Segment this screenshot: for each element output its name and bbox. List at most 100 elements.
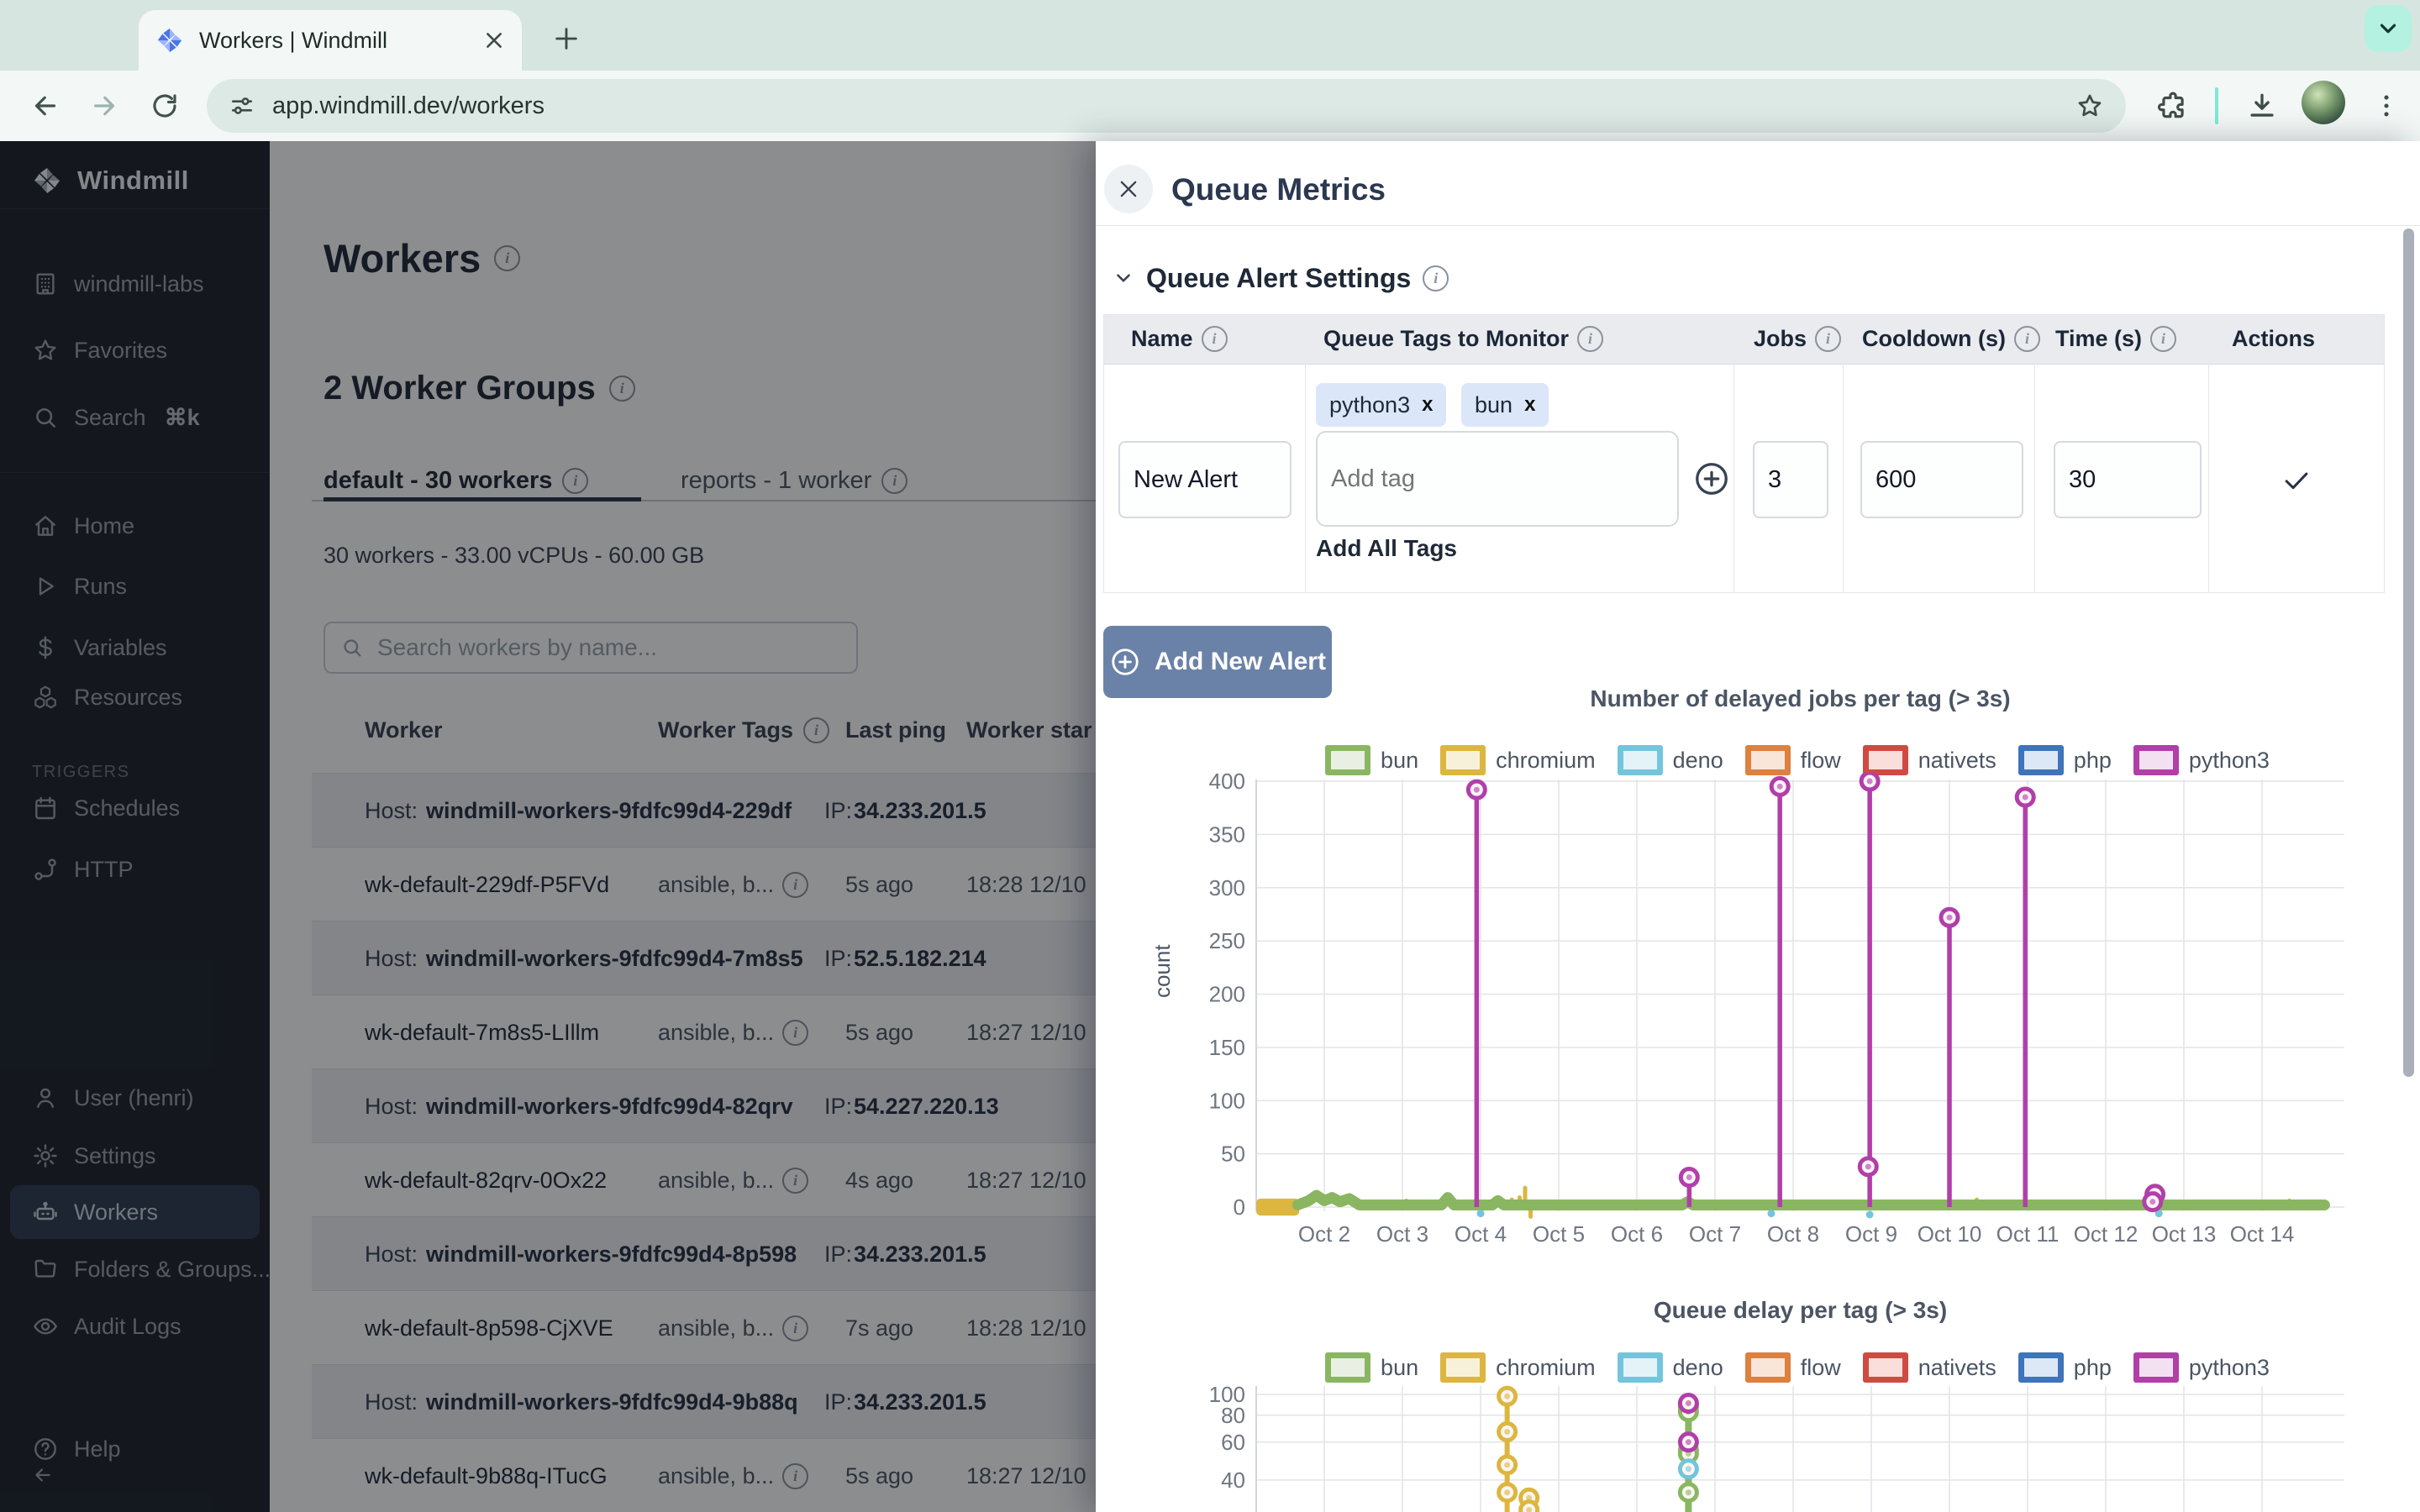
browser-tab-strip: Workers | Windmill — [0, 0, 2420, 71]
back-button[interactable] — [22, 82, 69, 129]
svg-text:250: 250 — [1209, 928, 1245, 953]
downloads-icon[interactable] — [2238, 82, 2286, 129]
svg-text:Oct 5: Oct 5 — [1533, 1221, 1585, 1247]
tab-title: Workers | Windmill — [199, 28, 483, 54]
drawer-header-divider — [1096, 225, 2420, 226]
svg-text:350: 350 — [1209, 822, 1245, 847]
alert-settings-section-toggle[interactable]: Queue Alert Settings i — [1113, 260, 1449, 296]
delayed-jobs-chart[interactable]: Oct 2Oct 3Oct 4Oct 5Oct 6Oct 7Oct 8Oct 9… — [1168, 773, 2353, 1260]
legend-label: bun — [1381, 748, 1418, 774]
remove-tag-icon[interactable]: x — [1524, 393, 1535, 417]
legend-item-nativets[interactable]: nativets — [1863, 745, 1996, 775]
svg-text:Oct 10: Oct 10 — [1918, 1221, 1982, 1247]
legend-item-php[interactable]: php — [2018, 745, 2112, 775]
chevron-down-icon — [1113, 267, 1134, 289]
legend-swatch — [1863, 1352, 1908, 1383]
remove-tag-icon[interactable]: x — [1422, 393, 1433, 417]
modal-backdrop[interactable] — [0, 141, 1096, 1512]
tag-chip-python3: python3 x — [1316, 383, 1446, 427]
browser-tab[interactable]: Workers | Windmill — [139, 10, 522, 71]
queue-delay-chart[interactable]: 100806040 — [1168, 1384, 2353, 1512]
new-tab-button[interactable] — [544, 17, 588, 60]
legend-swatch — [1745, 745, 1791, 775]
col-name: Name — [1131, 326, 1193, 352]
section-title: Queue Alert Settings — [1146, 263, 1411, 294]
legend-swatch — [1618, 745, 1663, 775]
add-new-alert-label: Add New Alert — [1155, 648, 1326, 676]
tag-label: bun — [1475, 392, 1512, 418]
col-jobs: Jobs — [1754, 326, 1807, 352]
drawer-scrollbar[interactable] — [2403, 228, 2414, 1077]
url-text[interactable]: app.windmill.dev/workers — [272, 92, 544, 120]
info-icon[interactable]: i — [1423, 265, 1449, 291]
legend-item-deno[interactable]: deno — [1618, 745, 1723, 775]
legend-item-flow[interactable]: flow — [1745, 1352, 1841, 1383]
legend-swatch — [1863, 745, 1908, 775]
legend-swatch — [1440, 1352, 1486, 1383]
legend-swatch — [2018, 1352, 2064, 1383]
tag-chip-bun: bun x — [1461, 383, 1549, 427]
profile-avatar[interactable] — [2302, 81, 2345, 124]
tab-search-button[interactable] — [2365, 5, 2412, 52]
bookmark-star-icon[interactable] — [2075, 92, 2104, 120]
add-tag-input[interactable] — [1316, 431, 1679, 527]
legend-swatch — [1325, 1352, 1370, 1383]
alert-name-input[interactable] — [1118, 441, 1292, 518]
extensions-icon[interactable] — [2149, 82, 2196, 129]
svg-text:Oct 13: Oct 13 — [2152, 1221, 2217, 1247]
chart1-title: Number of delayed jobs per tag (> 3s) — [1256, 685, 2344, 712]
info-icon[interactable]: i — [1577, 326, 1603, 352]
url-bar[interactable]: app.windmill.dev/workers — [207, 79, 2126, 133]
info-icon[interactable]: i — [2150, 326, 2176, 352]
legend-item-python3[interactable]: python3 — [2133, 745, 2270, 775]
info-icon[interactable]: i — [1202, 326, 1228, 352]
drawer-close-button[interactable] — [1104, 165, 1153, 213]
legend-item-php[interactable]: php — [2018, 1352, 2112, 1383]
svg-text:50: 50 — [1221, 1142, 1245, 1167]
legend-label: bun — [1381, 1355, 1418, 1381]
browser-menu-icon[interactable] — [2363, 82, 2410, 129]
legend-item-deno[interactable]: deno — [1618, 1352, 1723, 1383]
legend-label: deno — [1673, 1355, 1723, 1381]
svg-text:40: 40 — [1221, 1467, 1245, 1493]
svg-text:Oct 2: Oct 2 — [1298, 1221, 1350, 1247]
legend-swatch — [2133, 745, 2179, 775]
legend-label: python3 — [2189, 748, 2270, 774]
legend-label: nativets — [1918, 748, 1996, 774]
svg-text:300: 300 — [1209, 875, 1245, 900]
legend-swatch — [1440, 745, 1486, 775]
confirm-alert-button[interactable] — [2281, 465, 2312, 496]
tag-label: python3 — [1329, 392, 1410, 418]
plus-circle-icon — [1109, 646, 1141, 678]
legend-item-bun[interactable]: bun — [1325, 1352, 1418, 1383]
legend-item-bun[interactable]: bun — [1325, 745, 1418, 775]
info-icon[interactable]: i — [2014, 326, 2040, 352]
forward-button[interactable] — [81, 82, 128, 129]
site-settings-icon[interactable] — [229, 92, 255, 119]
legend-label: php — [2074, 748, 2112, 774]
legend-label: python3 — [2189, 1355, 2270, 1381]
svg-text:200: 200 — [1209, 982, 1245, 1007]
add-all-tags-link[interactable]: Add All Tags — [1316, 535, 1457, 562]
legend-item-python3[interactable]: python3 — [2133, 1352, 2270, 1383]
time-input[interactable] — [2054, 441, 2202, 518]
jobs-input[interactable] — [1753, 441, 1828, 518]
column-divider — [1843, 364, 1844, 592]
tab-close-icon[interactable] — [483, 29, 505, 51]
add-tag-button[interactable] — [1692, 459, 1731, 498]
legend-item-nativets[interactable]: nativets — [1863, 1352, 1996, 1383]
chart2-legend: bun chromium deno flow nativets php python3 — [1213, 1347, 2381, 1388]
svg-text:100: 100 — [1209, 1088, 1245, 1113]
svg-text:Oct 4: Oct 4 — [1455, 1221, 1507, 1247]
svg-text:Oct 3: Oct 3 — [1376, 1221, 1428, 1247]
legend-item-chromium[interactable]: chromium — [1440, 1352, 1596, 1383]
info-icon[interactable]: i — [1815, 326, 1841, 352]
legend-label: flow — [1801, 1355, 1841, 1381]
reload-button[interactable] — [141, 82, 188, 129]
col-cooldown: Cooldown (s) — [1862, 326, 2006, 352]
legend-item-flow[interactable]: flow — [1745, 745, 1841, 775]
svg-text:Oct 6: Oct 6 — [1611, 1221, 1663, 1247]
cooldown-input[interactable] — [1860, 441, 2023, 518]
legend-item-chromium[interactable]: chromium — [1440, 745, 1596, 775]
column-divider — [2208, 364, 2209, 592]
